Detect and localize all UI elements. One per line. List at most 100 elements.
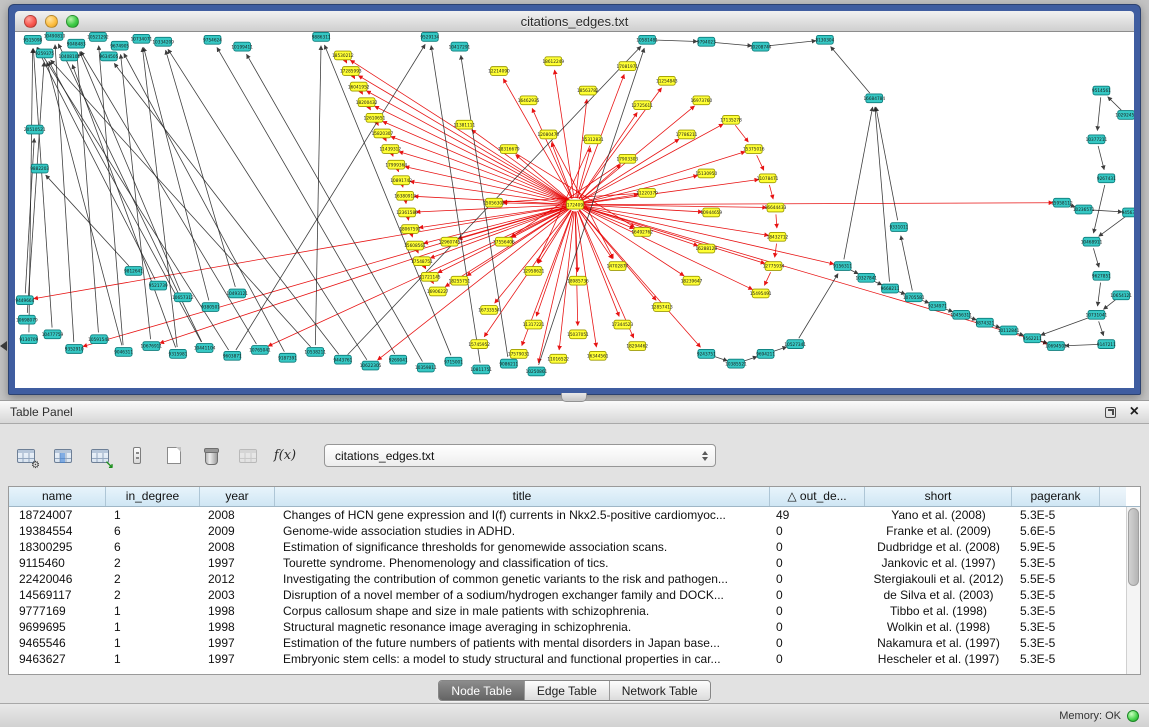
graph-node[interactable]: 12960745 <box>439 237 461 246</box>
graph-node[interactable]: 10493121 <box>226 289 248 298</box>
graph-node[interactable]: 16973760 <box>691 96 713 105</box>
graph-node[interactable]: 10694501 <box>1045 342 1067 351</box>
graph-node[interactable]: 17903303 <box>617 154 639 163</box>
graph-node[interactable]: 10734071 <box>131 34 153 43</box>
graph-node[interactable]: 9456371 <box>1122 208 1134 217</box>
graph-node[interactable]: 10591541 <box>88 335 110 344</box>
graph-node[interactable]: 9515098 <box>23 35 42 44</box>
graph-node[interactable]: 16644433 <box>765 203 787 212</box>
graph-node[interactable]: 9874321 <box>975 318 994 327</box>
scrollbar-thumb[interactable] <box>1128 508 1139 586</box>
graph-node[interactable]: 10891742 <box>390 176 412 185</box>
column-header-short[interactable]: short <box>865 487 1012 506</box>
graph-node[interactable]: 10468911 <box>1081 237 1103 246</box>
graph-node[interactable]: 17556406 <box>493 237 515 246</box>
graph-node[interactable]: 9156311 <box>833 262 852 271</box>
table-row[interactable]: 1456911722003Disruption of a novel membe… <box>9 587 1126 603</box>
zoom-button[interactable] <box>66 15 79 28</box>
graph-node[interactable]: 8130304 <box>815 35 834 44</box>
graph-node[interactable]: 15745952 <box>468 340 490 349</box>
graph-node[interactable]: 10944659 <box>700 208 722 217</box>
column-tools-button[interactable] <box>123 443 151 469</box>
graph-node[interactable]: 16733554 <box>478 306 500 315</box>
graph-node[interactable]: 11381111 <box>454 120 476 129</box>
graph-node[interactable]: 12080470 <box>538 130 560 139</box>
graph-node[interactable]: 9234971 <box>928 302 947 311</box>
graph-node[interactable]: 9882203 <box>30 164 49 173</box>
close-button[interactable] <box>24 15 37 28</box>
graph-node[interactable]: 9694211 <box>756 349 775 358</box>
graph-node[interactable]: 12214090 <box>488 67 510 76</box>
graph-node[interactable]: 9147211 <box>1097 340 1116 349</box>
graph-node[interactable]: 9603871 <box>223 351 242 360</box>
graph-node[interactable]: 17786211 <box>676 130 698 139</box>
graph-node[interactable]: 15130950 <box>696 169 718 178</box>
table-row[interactable]: 911546021997Tourette syndrome. Phenomeno… <box>9 555 1126 571</box>
graph-node[interactable]: 10417291 <box>449 42 471 51</box>
graph-node[interactable]: 11220379 <box>636 189 658 198</box>
graph-node[interactable]: 10731041 <box>1086 310 1108 319</box>
delete-table-button[interactable] <box>197 443 225 469</box>
graph-node[interactable]: 17344523 <box>612 320 634 329</box>
graph-node[interactable]: 18432712 <box>767 232 789 241</box>
minimize-button[interactable] <box>45 15 58 28</box>
graph-node[interactable]: 16288128 <box>696 244 718 253</box>
table-row[interactable]: 977716911998Corpus callosum shape and si… <box>9 603 1126 619</box>
graph-node[interactable]: 16380913 <box>394 191 416 200</box>
graph-node[interactable]: 12775934 <box>763 262 785 271</box>
graph-node[interactable]: 10385521 <box>725 359 747 368</box>
graph-node[interactable]: 9130709 <box>19 335 38 344</box>
graph-node[interactable]: 10377211 <box>1086 135 1108 144</box>
graph-node[interactable]: 9048483 <box>67 39 86 48</box>
graph-node[interactable]: 9243751 <box>697 349 716 358</box>
table-row[interactable]: 1872400712008Changes of HCN gene express… <box>9 507 1126 523</box>
graph-node[interactable]: 10327841 <box>856 273 878 282</box>
graph-node[interactable]: 12725611 <box>631 101 653 110</box>
graph-node[interactable]: 10359811 <box>415 363 437 372</box>
graph-node[interactable]: 9794023 <box>697 37 716 46</box>
graph-node[interactable]: 10199411 <box>231 42 253 51</box>
graph-node[interactable]: 9634505 <box>99 52 118 61</box>
graph-node[interactable]: 17081971 <box>617 62 639 71</box>
tab-edge-table[interactable]: Edge Table <box>524 681 609 700</box>
graph-node[interactable]: 9086211 <box>499 359 518 368</box>
graph-node[interactable]: 12610651 <box>364 113 386 122</box>
create-table-button[interactable] <box>160 443 188 469</box>
graph-node[interactable]: 15037051 <box>567 330 589 339</box>
column-header-in_degree[interactable]: in_degree <box>106 487 200 506</box>
graph-node[interactable]: 10477759 <box>42 330 64 339</box>
graph-node[interactable]: 9812641 <box>124 267 143 276</box>
graph-node[interactable]: 10236571 <box>1073 205 1095 214</box>
graph-node[interactable]: 10456311 <box>950 310 972 319</box>
graph-node[interactable]: 16684784 <box>863 94 885 103</box>
table-row[interactable]: 946362711997Embryonic stem cells: a mode… <box>9 651 1126 667</box>
graph-node[interactable]: 172409 <box>567 200 584 209</box>
tab-node-table[interactable]: Node Table <box>439 681 524 700</box>
graph-node[interactable]: 9627851 <box>1092 271 1111 280</box>
graph-node[interactable]: 9315981 <box>169 349 188 358</box>
graph-node[interactable]: 10208744 <box>750 42 772 51</box>
graph-node[interactable]: 9521739 <box>149 281 168 290</box>
graph-node[interactable]: 18200432 <box>356 98 378 107</box>
graph-node[interactable]: 10765041 <box>249 346 271 355</box>
graph-node[interactable]: 11254843 <box>656 76 678 85</box>
table-scrollbar[interactable] <box>1126 507 1140 674</box>
graph-node[interactable]: 18530212 <box>332 51 354 60</box>
graph-node[interactable]: 18255751 <box>449 276 471 285</box>
graph-node[interactable]: 16344561 <box>587 351 609 360</box>
graph-node[interactable]: 15495491 <box>750 289 772 298</box>
graph-node[interactable]: 9259375 <box>35 49 54 58</box>
table-row[interactable]: 1830029562008Estimation of significance … <box>9 539 1126 555</box>
show-columns-button[interactable] <box>49 443 77 469</box>
graph-node[interactable]: 9331011 <box>889 223 908 232</box>
graph-node[interactable]: 9187391 <box>278 353 297 362</box>
graph-node[interactable]: 15820307 <box>372 129 394 138</box>
graph-node[interactable]: 17548751 <box>411 257 433 266</box>
graph-node[interactable]: 9352910 <box>65 345 84 354</box>
column-header-out_de[interactable]: △ out_de... <box>770 487 865 506</box>
graph-node[interactable]: 18563782 <box>577 86 599 95</box>
window-titlebar[interactable]: citations_edges.txt <box>15 11 1134 32</box>
tab-network-table[interactable]: Network Table <box>609 681 710 700</box>
graph-node[interactable]: 20510521 <box>24 125 46 134</box>
panel-collapse-handle[interactable] <box>561 393 587 402</box>
